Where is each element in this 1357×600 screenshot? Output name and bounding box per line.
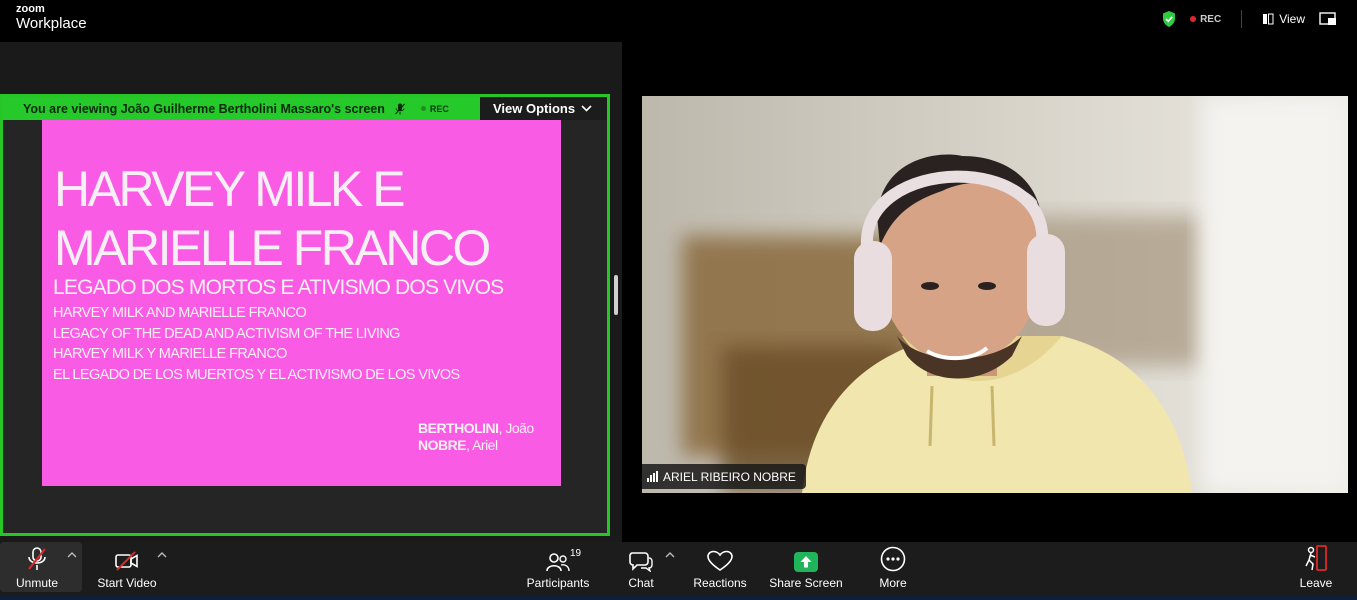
author-2-given: , Ariel	[466, 437, 498, 453]
viewing-banner: You are viewing João Guilherme Bertholin…	[3, 97, 480, 120]
slide-line-1: HARVEY MILK AND MARIELLE FRANCO	[53, 305, 307, 321]
video-off-icon	[115, 551, 138, 571]
presentation-slide: HARVEY MILK E MARIELLE FRANCO LEGADO DOS…	[42, 120, 561, 486]
author-1-surname: BERTHOLINI	[418, 420, 499, 436]
heart-icon	[707, 550, 733, 571]
leave-label: Leave	[1299, 576, 1333, 590]
share-screen-label: Share Screen	[769, 576, 843, 590]
participant-video-tile[interactable]: ARIEL RIBEIRO NOBRE	[642, 96, 1348, 493]
muted-mic-icon	[394, 103, 405, 114]
banner-recording-indicator: REC	[420, 103, 449, 114]
recording-label: REC	[1200, 13, 1222, 25]
participants-count: 19	[570, 548, 582, 559]
chat-button[interactable]: Chat	[622, 542, 660, 596]
slide-line-4: EL LEGADO DE LOS MUERTOS Y EL ACTIVISMO …	[53, 367, 460, 383]
slide-author-1: BERTHOLINI, João	[418, 420, 534, 436]
slide-line-2: LEGACY OF THE DEAD AND ACTIVISM OF THE L…	[53, 326, 400, 342]
banner-rec-label: REC	[429, 103, 449, 114]
taskbar-edge	[0, 596, 1357, 600]
participants-label: Participants	[526, 576, 590, 590]
share-screen-icon	[794, 552, 818, 572]
unmute-label: Unmute	[15, 576, 59, 590]
view-button[interactable]: View	[1262, 12, 1305, 26]
record-dot-icon	[420, 106, 426, 111]
reactions-button[interactable]: Reactions	[690, 542, 750, 596]
shared-screen-frame[interactable]: You are viewing João Guilherme Bertholin…	[0, 94, 610, 536]
share-screen-button[interactable]: Share Screen	[768, 542, 844, 596]
chat-icon	[629, 552, 653, 572]
top-right-controls: REC View	[1162, 10, 1337, 28]
unmute-button[interactable]: Unmute	[0, 542, 74, 596]
chevron-down-icon	[581, 105, 592, 112]
more-label: More	[879, 576, 907, 590]
meeting-toolbar: Unmute Start Video Participants 19 Chat …	[0, 542, 1357, 600]
reactions-label: Reactions	[693, 576, 747, 590]
slide-title-line-1: HARVEY MILK E	[54, 161, 406, 217]
brand-line-2: Workplace	[16, 15, 87, 32]
view-label: View	[1279, 12, 1305, 26]
zoom-logo: zoom Workplace	[16, 3, 87, 32]
participants-icon	[546, 553, 570, 572]
leave-meeting-icon	[1305, 545, 1327, 571]
view-layout-icon	[1263, 13, 1274, 25]
author-1-given: , João	[498, 420, 535, 436]
more-options-icon	[880, 546, 906, 572]
more-button[interactable]: More	[874, 542, 912, 596]
zoom-meeting-window: zoom Workplace REC View You are viewing …	[0, 0, 1357, 600]
muted-microphone-icon	[28, 547, 46, 570]
view-options-label: View Options	[493, 101, 576, 116]
start-video-button[interactable]: Start Video	[92, 542, 162, 596]
slide-subtitle: LEGADO DOS MORTOS E ATIVISMO DOS VIVOS	[53, 276, 504, 299]
slide-line-3: HARVEY MILK Y MARIELLE FRANCO	[53, 346, 287, 362]
video-options-caret-icon[interactable]	[156, 550, 168, 560]
participant-name-tag: ARIEL RIBEIRO NOBRE	[642, 464, 806, 489]
viewing-banner-text: You are viewing João Guilherme Bertholin…	[23, 101, 385, 116]
record-dot-icon	[1190, 16, 1197, 22]
slide-title-line-2: MARIELLE FRANCO	[54, 220, 491, 276]
minimize-window-icon[interactable]	[1319, 12, 1337, 26]
slide-author-2: NOBRE, Ariel	[418, 437, 498, 453]
signal-strength-icon	[647, 471, 658, 482]
participant-video-feed	[642, 96, 1348, 493]
view-options-dropdown[interactable]: View Options	[480, 97, 607, 120]
divider	[1241, 10, 1243, 28]
start-video-label: Start Video	[97, 576, 157, 590]
audio-options-caret-icon[interactable]	[66, 550, 78, 560]
participant-name: ARIEL RIBEIRO NOBRE	[663, 469, 796, 484]
top-bar: zoom Workplace REC View	[0, 0, 1357, 42]
splitter-handle[interactable]	[614, 275, 618, 315]
recording-indicator: REC	[1190, 14, 1221, 25]
leave-button[interactable]: Leave	[1296, 542, 1336, 596]
shield-check-icon[interactable]	[1162, 11, 1176, 27]
participants-button[interactable]: Participants	[524, 542, 592, 596]
chat-options-caret-icon[interactable]	[664, 550, 676, 560]
brand-line-1: zoom	[16, 3, 45, 15]
shared-screen-area: You are viewing João Guilherme Bertholin…	[0, 42, 622, 542]
chat-label: Chat	[628, 576, 654, 590]
author-2-surname: NOBRE	[418, 437, 467, 453]
